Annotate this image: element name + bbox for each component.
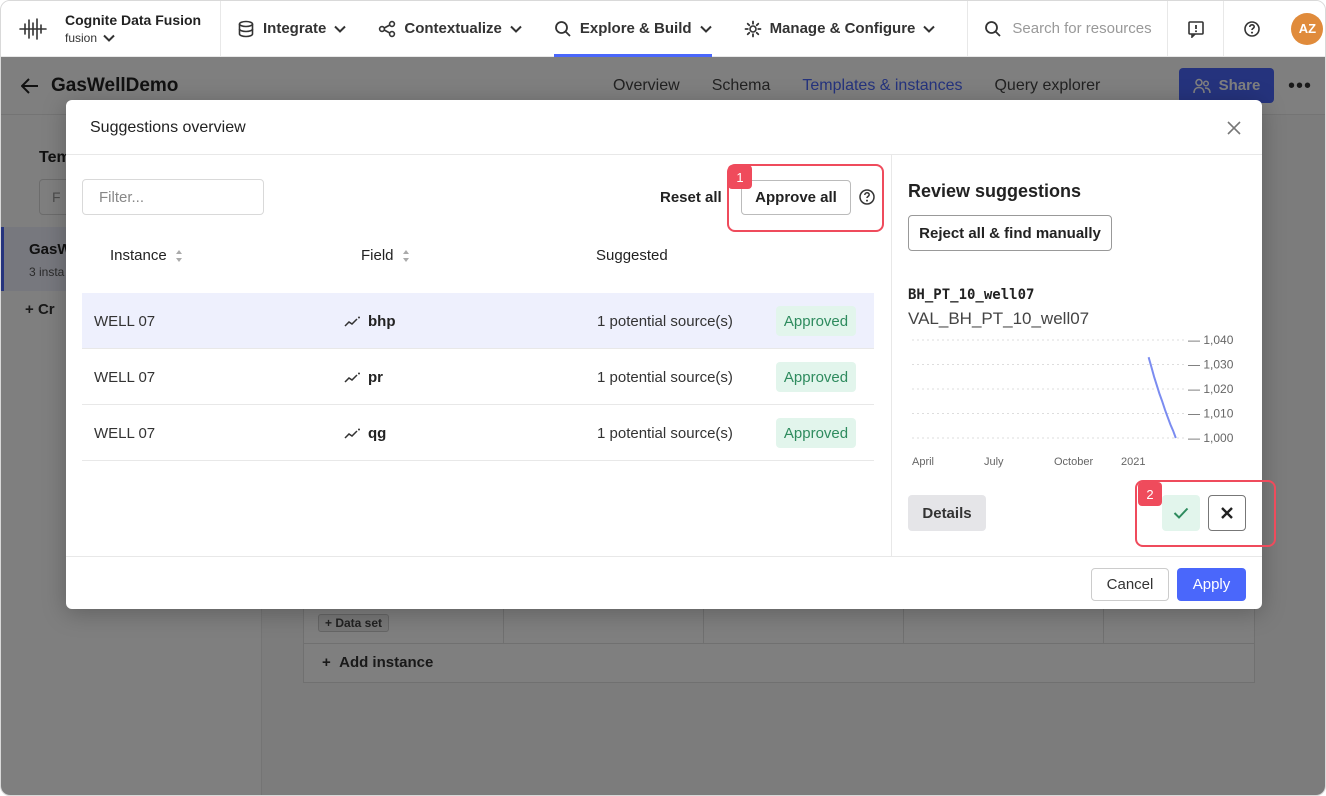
suggested-cell: 1 potential source(s) <box>597 425 733 442</box>
timeseries-icon <box>344 428 360 439</box>
column-header-suggested: Suggested <box>596 247 668 264</box>
global-search[interactable]: Search for resources <box>967 1 1167 57</box>
chevron-down-icon <box>923 25 936 33</box>
timeseries-chart: — 1,040 — 1,030 — 1,020 — 1,010 — 1,000 Apri… <box>912 333 1234 468</box>
review-title: Review suggestions <box>908 181 1082 201</box>
table-row[interactable]: WELL 07 qg 1 potential source(s) Approve… <box>82 405 874 461</box>
sort-icon <box>402 249 409 262</box>
timeseries-name: BH_PT_10_well07 <box>908 287 1035 303</box>
timeseries-icon <box>344 372 360 383</box>
nav-integrate[interactable]: Integrate <box>221 1 362 57</box>
status-badge: Approved <box>776 306 856 336</box>
project-name: fusion <box>65 31 98 45</box>
field-name: qg <box>368 425 387 442</box>
nav-contextualize-label: Contextualize <box>404 20 502 37</box>
chart-y-tick: — 1,000 <box>1188 431 1234 445</box>
field-cell: bhp <box>344 313 396 330</box>
search-placeholder: Search for resources <box>1012 20 1152 37</box>
reset-all-button[interactable]: Reset all <box>660 189 722 206</box>
timeseries-icon <box>344 316 360 327</box>
callout-number: 2 <box>1138 482 1162 506</box>
feedback-icon <box>1188 20 1204 38</box>
feedback-button[interactable] <box>1167 1 1223 57</box>
app-window: Cognite Data Fusion fusion Integrate Con… <box>0 0 1326 796</box>
top-nav: Cognite Data Fusion fusion Integrate Con… <box>1 1 1325 57</box>
chart-y-tick: — 1,030 <box>1188 358 1234 372</box>
suggested-cell: 1 potential source(s) <box>597 369 733 386</box>
filter-input[interactable] <box>82 179 264 215</box>
status-badge: Approved <box>776 362 856 392</box>
column-header-label: Instance <box>110 247 167 264</box>
chart-y-tick: — 1,010 <box>1188 407 1234 421</box>
project-selector[interactable]: fusion <box>65 31 201 45</box>
cognite-logo-icon <box>19 17 47 40</box>
share-nodes-icon <box>379 20 396 37</box>
field-cell: pr <box>344 369 383 386</box>
field-cell: qg <box>344 425 386 442</box>
instance-cell: WELL 07 <box>94 425 156 442</box>
field-name: pr <box>368 369 383 386</box>
help-icon <box>1244 20 1260 37</box>
close-icon[interactable] <box>1224 118 1244 138</box>
table-row[interactable]: WELL 07 bhp 1 potential source(s) Approv… <box>82 293 874 349</box>
status-badge: Approved <box>776 418 856 448</box>
chart-x-tick: July <box>984 456 1004 468</box>
modal-header: Suggestions overview <box>66 100 1262 155</box>
column-header-field[interactable]: Field <box>361 247 410 264</box>
suggestions-modal: Suggestions overview Reset all Approve a… <box>66 100 1262 609</box>
chart-x-tick: October <box>1054 456 1093 468</box>
help-button[interactable] <box>1223 1 1279 57</box>
brand-name: Cognite Data Fusion <box>65 12 202 28</box>
apply-button[interactable]: Apply <box>1177 568 1246 601</box>
chevron-down-icon <box>334 25 347 33</box>
chevron-down-icon <box>510 25 522 33</box>
table-row[interactable]: WELL 07 pr 1 potential source(s) Approve… <box>82 349 874 405</box>
suggested-cell: 1 potential source(s) <box>597 313 733 330</box>
instance-cell: WELL 07 <box>94 313 156 330</box>
sort-icon <box>175 249 182 262</box>
chart-x-tick: April <box>912 456 934 468</box>
chart-x-tick: 2021 <box>1121 456 1145 468</box>
nav-manage-configure[interactable]: Manage & Configure <box>728 1 952 57</box>
cancel-button[interactable]: Cancel <box>1091 568 1169 601</box>
chart-series-line <box>1147 356 1177 439</box>
chart-y-tick: — 1,040 <box>1188 333 1234 347</box>
modal-footer: Cancel Apply <box>66 556 1262 609</box>
chevron-down-icon <box>699 25 712 33</box>
nav-contextualize[interactable]: Contextualize <box>362 1 538 57</box>
brand[interactable]: Cognite Data Fusion fusion <box>1 1 221 57</box>
nav-manage-configure-label: Manage & Configure <box>769 20 916 37</box>
avatar[interactable]: AZ <box>1291 12 1324 45</box>
nav-explore-build-label: Explore & Build <box>579 20 692 37</box>
search-icon <box>554 20 571 37</box>
column-header-label: Field <box>361 247 394 264</box>
instance-cell: WELL 07 <box>94 369 156 386</box>
chevron-down-icon <box>103 34 115 42</box>
callout-number: 1 <box>728 165 752 189</box>
reject-all-button[interactable]: Reject all & find manually <box>908 215 1112 251</box>
modal-title: Suggestions overview <box>90 119 246 136</box>
timeseries-external-id: VAL_BH_PT_10_well07 <box>908 309 1090 328</box>
nav-explore-build[interactable]: Explore & Build <box>538 1 728 57</box>
details-button[interactable]: Details <box>908 495 986 531</box>
column-header-instance[interactable]: Instance <box>110 247 183 264</box>
column-header-label: Suggested <box>596 247 668 264</box>
database-icon <box>238 20 254 37</box>
gear-icon <box>744 20 761 37</box>
nav-integrate-label: Integrate <box>263 20 327 37</box>
field-name: bhp <box>368 313 396 330</box>
search-icon <box>985 20 1002 37</box>
chart-y-tick: — 1,020 <box>1188 382 1234 396</box>
